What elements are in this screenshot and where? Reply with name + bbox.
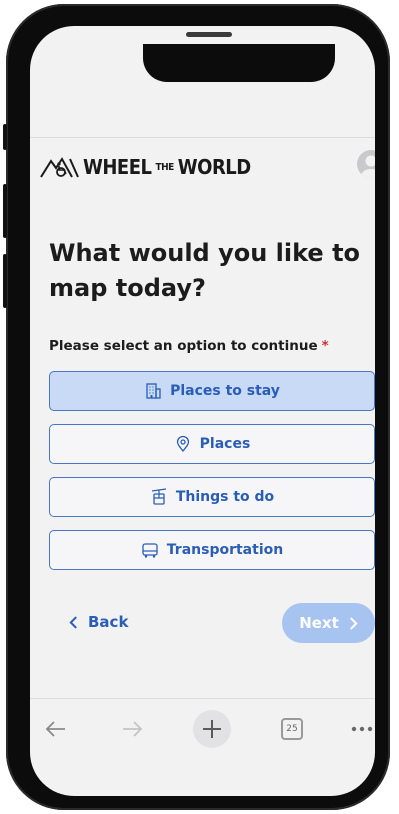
more-options-button[interactable]	[342, 704, 375, 754]
top-divider	[30, 137, 375, 138]
bus-icon	[142, 543, 158, 558]
mute-switch	[3, 124, 7, 150]
prompt-text: Please select an option to continue	[49, 338, 318, 354]
new-tab-circle	[193, 710, 231, 748]
option-label: Transportation	[166, 542, 284, 558]
option-label: Things to do	[175, 489, 275, 505]
option-things-to-do[interactable]: Things to do	[49, 477, 375, 517]
chevron-right-icon	[349, 616, 358, 630]
next-label: Next	[299, 614, 339, 632]
browser-toolbar: 25	[30, 704, 375, 754]
map-pin-icon	[176, 435, 189, 453]
mountain-wheelchair-icon	[40, 157, 79, 178]
option-label: Places to stay	[170, 383, 280, 399]
new-tab-button[interactable]	[190, 704, 234, 754]
option-transportation[interactable]: Transportation	[49, 530, 375, 570]
plus-icon	[203, 720, 221, 738]
brand-logo[interactable]: WHEEL THE WORLD	[40, 154, 251, 180]
page-title: What would you like to map today?	[49, 239, 361, 302]
volume-up-button	[3, 184, 7, 238]
arrow-left-icon	[45, 721, 65, 737]
phone-screen: WHEEL THE WORLD What would you like to m…	[30, 26, 375, 796]
cable-car-icon	[151, 488, 166, 505]
back-label: Back	[88, 613, 129, 631]
chevron-left-icon	[69, 615, 77, 629]
next-button[interactable]: Next	[282, 603, 375, 643]
phone-frame: WHEEL THE WORLD What would you like to m…	[3, 4, 390, 810]
person-silhouette-icon	[361, 155, 375, 178]
browser-back-button[interactable]	[36, 704, 76, 754]
browser-forward-button[interactable]	[112, 704, 152, 754]
arrow-right-icon	[123, 721, 143, 737]
more-dots-icon	[351, 726, 373, 732]
tabs-button[interactable]: 25	[272, 704, 312, 754]
user-avatar-icon[interactable]	[357, 150, 375, 178]
tab-count: 25	[281, 718, 303, 740]
brand-word-world: WORLD	[177, 155, 251, 179]
building-icon	[146, 383, 161, 399]
volume-down-button	[3, 254, 7, 308]
option-places[interactable]: Places	[49, 424, 375, 464]
selection-prompt: Please select an option to continue *	[49, 338, 329, 354]
option-label: Places	[199, 436, 251, 452]
back-button[interactable]: Back	[69, 610, 128, 634]
phone-notch	[143, 44, 335, 82]
required-marker: *	[321, 338, 329, 354]
brand-word-wheel: WHEEL	[83, 155, 152, 179]
brand-word-the: THE	[155, 161, 174, 173]
browser-toolbar-divider	[30, 698, 375, 699]
option-places-to-stay[interactable]: Places to stay	[49, 371, 375, 411]
phone-speaker	[186, 32, 232, 37]
